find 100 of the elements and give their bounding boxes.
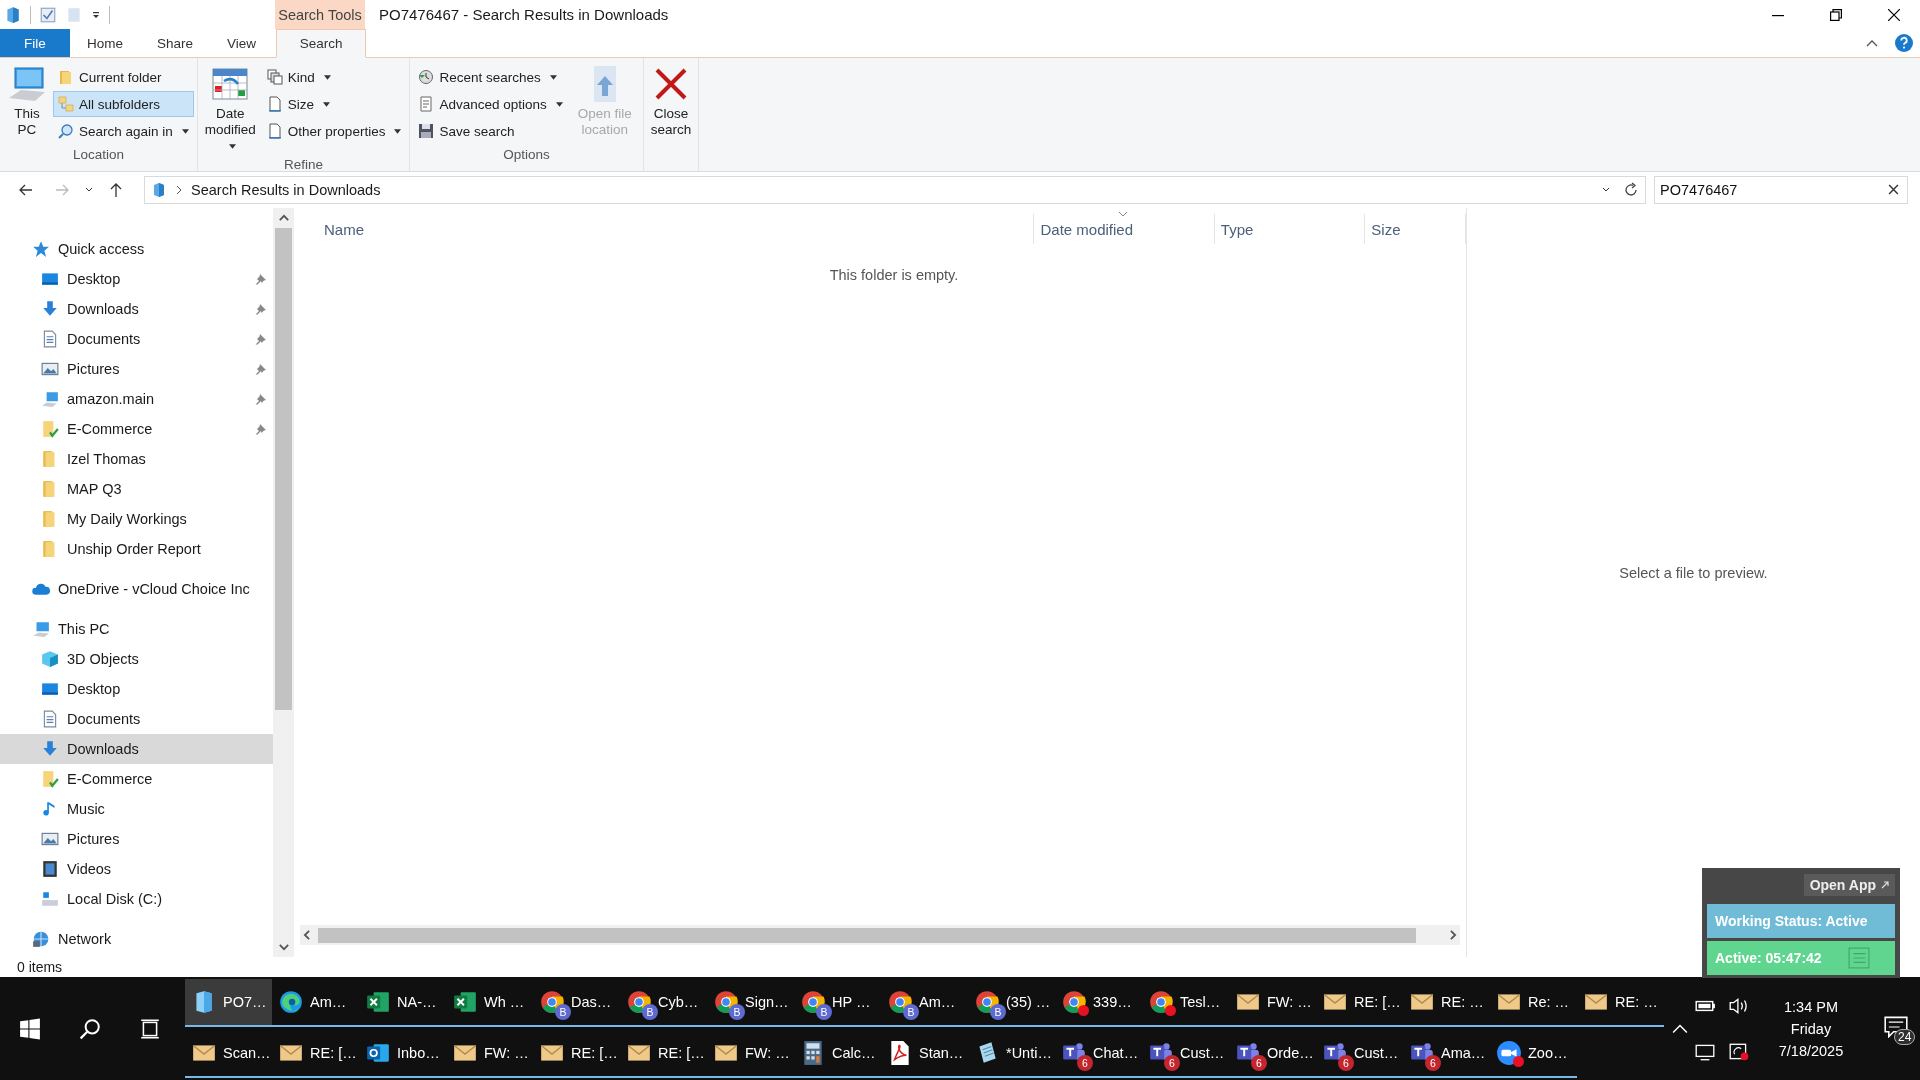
taskbar-button[interactable]: RE: [… (620, 1029, 707, 1078)
ribbon-button[interactable]: Advanced options (413, 91, 568, 117)
tree-item[interactable]: E-Commerce (0, 764, 273, 794)
taskbar-button[interactable]: B Cyb… (620, 978, 707, 1027)
search-field[interactable]: PO7476467 (1654, 176, 1908, 204)
collapse-ribbon-icon[interactable] (1866, 39, 1878, 47)
taskbar-button[interactable]: FW: … (1229, 978, 1316, 1027)
folder-app-icon[interactable] (4, 5, 22, 24)
ribbon-button[interactable]: Recent searches (413, 64, 568, 90)
taskbar-button[interactable]: RE: … (1403, 978, 1490, 1027)
display-icon[interactable] (1694, 1042, 1716, 1061)
taskbar-button[interactable]: FW: … (446, 1029, 533, 1078)
tree-item[interactable]: Izel Thomas (0, 444, 273, 474)
chevron-icon[interactable] (175, 185, 183, 195)
tree-item[interactable]: Downloads (0, 734, 273, 764)
taskbar-button[interactable]: Wh … (446, 978, 533, 1027)
ribbon-button[interactable]: This PC (3, 62, 51, 147)
open-app-button[interactable]: Open App (1803, 874, 1895, 896)
clock-time[interactable]: 1:34 PM (1784, 998, 1838, 1015)
ribbon-button[interactable]: All subfolders (53, 91, 194, 117)
tree-item[interactable]: Pictures (0, 354, 273, 384)
taskbar-button[interactable]: Tesl… (1142, 978, 1229, 1027)
ribbon-button[interactable]: Kind (261, 64, 407, 90)
taskbar-button[interactable]: *Unti… (968, 1029, 1055, 1078)
properties-icon[interactable] (39, 5, 57, 24)
volume-icon[interactable] (1728, 996, 1750, 1015)
taskbar-button[interactable]: B Das… (533, 978, 620, 1027)
taskbar-button[interactable]: Calc… (794, 1029, 881, 1078)
clock-date[interactable]: 7/18/2025 (1778, 1042, 1844, 1059)
tree-item[interactable]: Quick access (0, 234, 273, 264)
taskbar-button[interactable]: B HP … (794, 978, 881, 1027)
up-icon[interactable] (108, 182, 124, 198)
close-icon[interactable] (1888, 8, 1900, 21)
taskbar-button[interactable]: Am… (272, 978, 359, 1027)
tree-item[interactable]: E-Commerce (0, 414, 273, 444)
tree-item[interactable]: My Daily Workings (0, 504, 273, 534)
ribbon-button[interactable]: Date modified (200, 62, 260, 157)
tree-item[interactable]: This PC (0, 614, 273, 644)
taskbar-button[interactable]: Re: … (1490, 978, 1577, 1027)
taskbar-button[interactable]: NA-… (359, 978, 446, 1027)
taskbar-button[interactable]: 6 Chat… (1055, 1029, 1142, 1078)
show-hidden-icons-icon[interactable] (1672, 1023, 1688, 1034)
horizontal-scrollbar[interactable] (300, 925, 1460, 945)
taskbar-button[interactable]: Zoo… (1490, 1029, 1577, 1078)
tree-item[interactable]: amazon.main (0, 384, 273, 414)
taskbar-button[interactable]: B Am… (881, 978, 968, 1027)
taskbar-button[interactable]: RE: … (1577, 978, 1664, 1027)
ribbon-tab[interactable]: Search (276, 29, 367, 58)
taskbar-button[interactable]: 6 Ama… (1403, 1029, 1490, 1078)
ribbon-button[interactable]: Current folder (53, 64, 194, 90)
tree-item[interactable]: MAP Q3 (0, 474, 273, 504)
refresh-icon[interactable] (1623, 182, 1639, 198)
address-bar[interactable]: Search Results in Downloads (144, 176, 1646, 204)
clear-search-icon[interactable] (1888, 184, 1899, 195)
taskbar-button[interactable]: 6 Orde… (1229, 1029, 1316, 1078)
taskbar-button[interactable]: Stan… (881, 1029, 968, 1078)
taskbar-button[interactable]: Inbo… (359, 1029, 446, 1078)
tree-item[interactable]: Network (0, 924, 273, 954)
taskbar-button[interactable]: B Sign… (707, 978, 794, 1027)
ribbon-button[interactable]: Search again in (53, 118, 194, 144)
taskbar-button[interactable]: B (35) … (968, 978, 1055, 1027)
taskbar-button[interactable]: PO7… (185, 978, 272, 1027)
column-header[interactable]: Type (1214, 214, 1366, 244)
taskbar-button[interactable]: RE: [… (533, 1029, 620, 1078)
tree-item[interactable]: Desktop (0, 264, 273, 294)
tree-item[interactable]: Pictures (0, 824, 273, 854)
taskbar-button[interactable]: RE: [… (1316, 978, 1403, 1027)
customize-dropdown-icon[interactable] (91, 9, 101, 20)
tree-item[interactable]: OneDrive - vCloud Choice Inc (0, 574, 273, 604)
browser-icon (887, 988, 913, 1015)
ribbon-button[interactable]: Size (261, 91, 407, 117)
taskbar-button[interactable]: Scan… (185, 1029, 272, 1078)
tree-item[interactable]: Downloads (0, 294, 273, 324)
column-header[interactable]: Date modified (1034, 214, 1215, 244)
restore-icon[interactable] (1830, 8, 1842, 21)
taskbar-button[interactable]: 339… (1055, 978, 1142, 1027)
tree-item[interactable]: Music (0, 794, 273, 824)
help-icon[interactable] (1894, 33, 1914, 53)
vertical-scrollbar[interactable] (273, 208, 294, 957)
ribbon-button[interactable]: Other properties (261, 118, 407, 144)
tree-item[interactable]: Documents (0, 324, 273, 354)
taskbar-button[interactable]: 6 Cust… (1142, 1029, 1229, 1078)
ribbon-button[interactable]: Save search (413, 118, 568, 144)
taskbar-button[interactable]: RE: [… (272, 1029, 359, 1078)
ribbon-button[interactable]: Close search (646, 62, 696, 147)
tree-item[interactable]: Unship Order Report (0, 534, 273, 564)
tree-item[interactable]: Documents (0, 704, 273, 734)
taskbar-button[interactable]: 6 Cust… (1316, 1029, 1403, 1078)
tree-item[interactable]: Videos (0, 854, 273, 884)
clock-day[interactable]: Friday (1790, 1020, 1832, 1037)
back-icon[interactable] (18, 182, 34, 198)
column-header[interactable]: Size (1365, 214, 1466, 244)
tree-item[interactable]: 3D Objects (0, 644, 273, 674)
sync-icon[interactable] (1728, 1042, 1750, 1061)
tree-item[interactable]: Desktop (0, 674, 273, 704)
tree-item[interactable]: Local Disk (C:) (0, 884, 273, 914)
breadcrumb[interactable]: Search Results in Downloads (191, 182, 1593, 198)
column-header[interactable]: Name (318, 214, 1035, 244)
ribbon-tab[interactable]: File (0, 29, 70, 57)
taskbar-button[interactable]: FW: … (707, 1029, 794, 1078)
